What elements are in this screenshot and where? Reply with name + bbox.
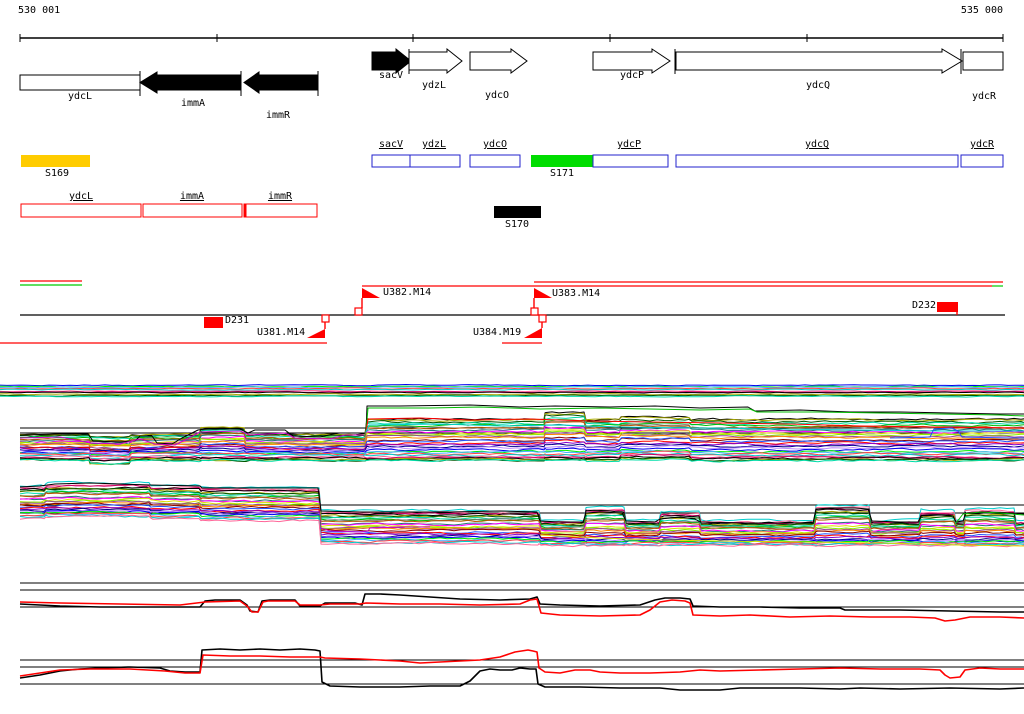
segment-S170[interactable] <box>494 206 541 218</box>
gene-link-sacV[interactable]: sacV <box>379 140 403 150</box>
gene-arrow-ydcR[interactable] <box>962 51 1004 71</box>
gene-link-ydzL[interactable]: ydzL <box>422 140 446 150</box>
gene-arrow-ydzL[interactable] <box>408 47 463 75</box>
gene-label-ydcQ: ydcQ <box>805 80 831 91</box>
segment-label-S171: S171 <box>549 168 575 179</box>
blue-box-ydcR[interactable] <box>960 154 1004 168</box>
gene-arrow-immR[interactable] <box>243 71 319 94</box>
bundle-line <box>0 395 1024 398</box>
probe-label-D231: D231 <box>225 315 250 326</box>
probe-label-U383-M14: U383.M14 <box>552 288 601 299</box>
gene-arrow-ydcQ[interactable] <box>675 48 963 74</box>
red-box-immR[interactable] <box>243 203 318 218</box>
probe-label-U384-M19: U384.M19 <box>473 327 522 338</box>
gene-arrow-ydcO[interactable] <box>469 48 528 74</box>
gene-arrow-immA[interactable] <box>139 71 242 94</box>
gene-label-ydcO: ydcO <box>484 90 510 101</box>
red-box-ydcL[interactable] <box>20 203 142 218</box>
probe-box-D232[interactable] <box>937 302 958 312</box>
probe-flag-U384.M19[interactable] <box>524 328 542 338</box>
probe-label-U382-M14: U382.M14 <box>383 287 432 298</box>
blue-box-sacV-ydzL[interactable] <box>371 154 461 168</box>
gene-arrow-ydcL[interactable] <box>19 74 141 91</box>
segment-S171[interactable] <box>531 155 593 167</box>
ruler-start-label: 530 001 <box>18 5 61 16</box>
bundle-line <box>0 388 1024 391</box>
gene-link-ydcO[interactable]: ydcO <box>483 140 507 150</box>
gene-label-ydcR: ydcR <box>971 91 997 102</box>
gene-link-ydcR[interactable]: ydcR <box>970 140 994 150</box>
segment-label-S170: S170 <box>504 219 530 230</box>
bundle-line <box>0 384 1024 387</box>
probe-flag-anchor[interactable] <box>354 307 363 316</box>
gene-label-ydzL: ydzL <box>421 80 447 91</box>
gene-link-ydcL[interactable]: ydcL <box>69 192 93 202</box>
summary-track-4-line <box>19 649 1024 679</box>
probe-box-D231[interactable] <box>204 317 223 328</box>
gene-link-immA[interactable]: immA <box>180 192 204 202</box>
probe-flag-anchor[interactable] <box>538 314 547 323</box>
probe-flag-anchor[interactable] <box>530 307 539 316</box>
probe-flag-U383.M14[interactable] <box>534 288 552 298</box>
ruler-end-label: 535 000 <box>960 5 1003 16</box>
probe-flag-U382.M14[interactable] <box>362 288 380 298</box>
tracks-graphics <box>0 34 1024 691</box>
gene-label-ydcL: ydcL <box>67 91 93 102</box>
gene-link-immR[interactable]: immR <box>268 192 292 202</box>
probe-label-D232: D232 <box>912 300 937 311</box>
gene-label-ydcP: ydcP <box>619 70 645 81</box>
blue-box-ydcP[interactable] <box>592 154 669 168</box>
probe-flag-anchor[interactable] <box>321 314 330 323</box>
gene-label-sacV: sacV <box>378 70 404 81</box>
gene-label-immR: immR <box>265 110 291 121</box>
blue-box-ydcQ[interactable] <box>675 154 959 168</box>
genome-browser-view: 530 001 535 000 ydcL immA immR sacV ydzL… <box>0 0 1024 714</box>
probe-flag-U381.M14[interactable] <box>307 329 325 338</box>
gene-link-ydcQ[interactable]: ydcQ <box>805 140 829 150</box>
gene-label-immA: immA <box>180 98 206 109</box>
blue-box-ydcO[interactable] <box>469 154 521 168</box>
segment-label-S169: S169 <box>44 168 70 179</box>
probe-label-U381-M14: U381.M14 <box>257 327 306 338</box>
red-box-immA[interactable] <box>142 203 243 218</box>
segment-S169[interactable] <box>21 155 90 167</box>
bundle-line <box>0 393 1024 396</box>
gene-link-ydcP[interactable]: ydcP <box>617 140 641 150</box>
